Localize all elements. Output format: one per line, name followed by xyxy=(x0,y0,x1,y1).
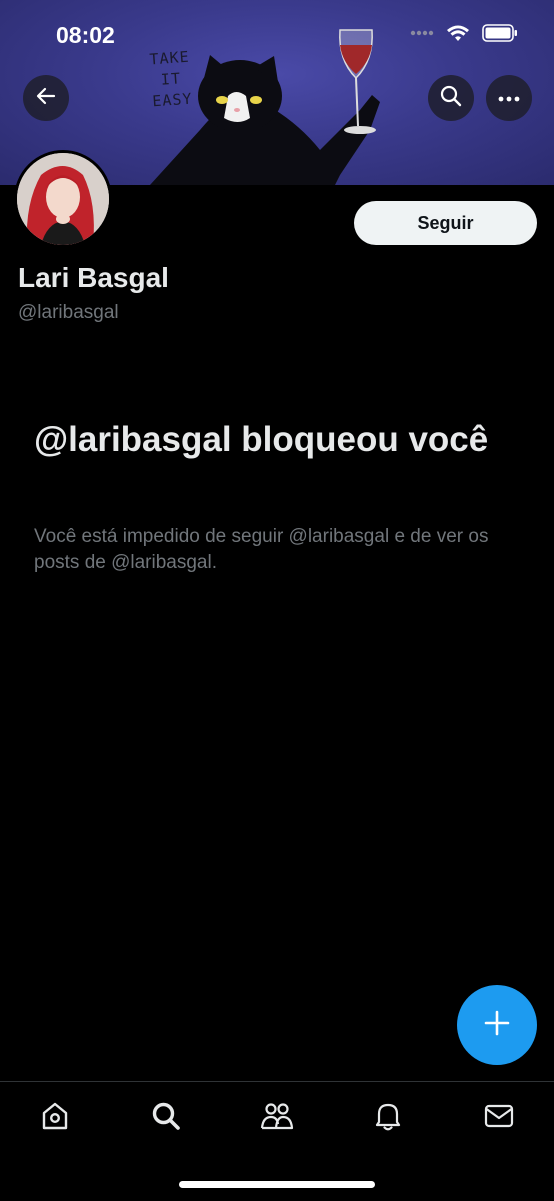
profile-handle: @laribasgal xyxy=(18,302,119,323)
search-button[interactable] xyxy=(428,75,474,121)
nav-notifications[interactable] xyxy=(368,1102,408,1134)
nav-communities[interactable] xyxy=(257,1102,297,1134)
blocked-title: @laribasgal bloqueou você xyxy=(34,420,489,459)
nav-search[interactable] xyxy=(146,1102,186,1134)
home-indicator[interactable] xyxy=(179,1181,375,1188)
status-bar: 08:02 xyxy=(0,0,554,70)
arrow-left-icon xyxy=(35,85,57,112)
cellular-signal-icon xyxy=(410,26,434,45)
home-icon xyxy=(39,1100,71,1137)
nav-messages[interactable] xyxy=(479,1102,519,1134)
nav-home[interactable] xyxy=(35,1102,75,1134)
wifi-icon xyxy=(446,24,470,47)
search-icon xyxy=(440,85,462,112)
messages-icon xyxy=(483,1100,515,1137)
more-options-button[interactable] xyxy=(486,75,532,121)
profile-name: Lari Basgal xyxy=(18,262,169,293)
battery-icon xyxy=(482,24,518,47)
notifications-icon xyxy=(372,1100,404,1137)
search-icon xyxy=(150,1100,182,1137)
back-button[interactable] xyxy=(23,75,69,121)
compose-button[interactable] xyxy=(457,985,537,1065)
follow-button[interactable]: Seguir xyxy=(354,201,537,245)
more-icon xyxy=(498,89,520,107)
avatar-photo xyxy=(17,153,109,245)
plus-icon xyxy=(483,1009,511,1042)
avatar[interactable] xyxy=(14,150,112,248)
communities-icon xyxy=(260,1100,294,1137)
status-time: 08:02 xyxy=(56,22,115,48)
blocked-description: Você está impedido de seguir @laribasgal… xyxy=(34,526,489,573)
